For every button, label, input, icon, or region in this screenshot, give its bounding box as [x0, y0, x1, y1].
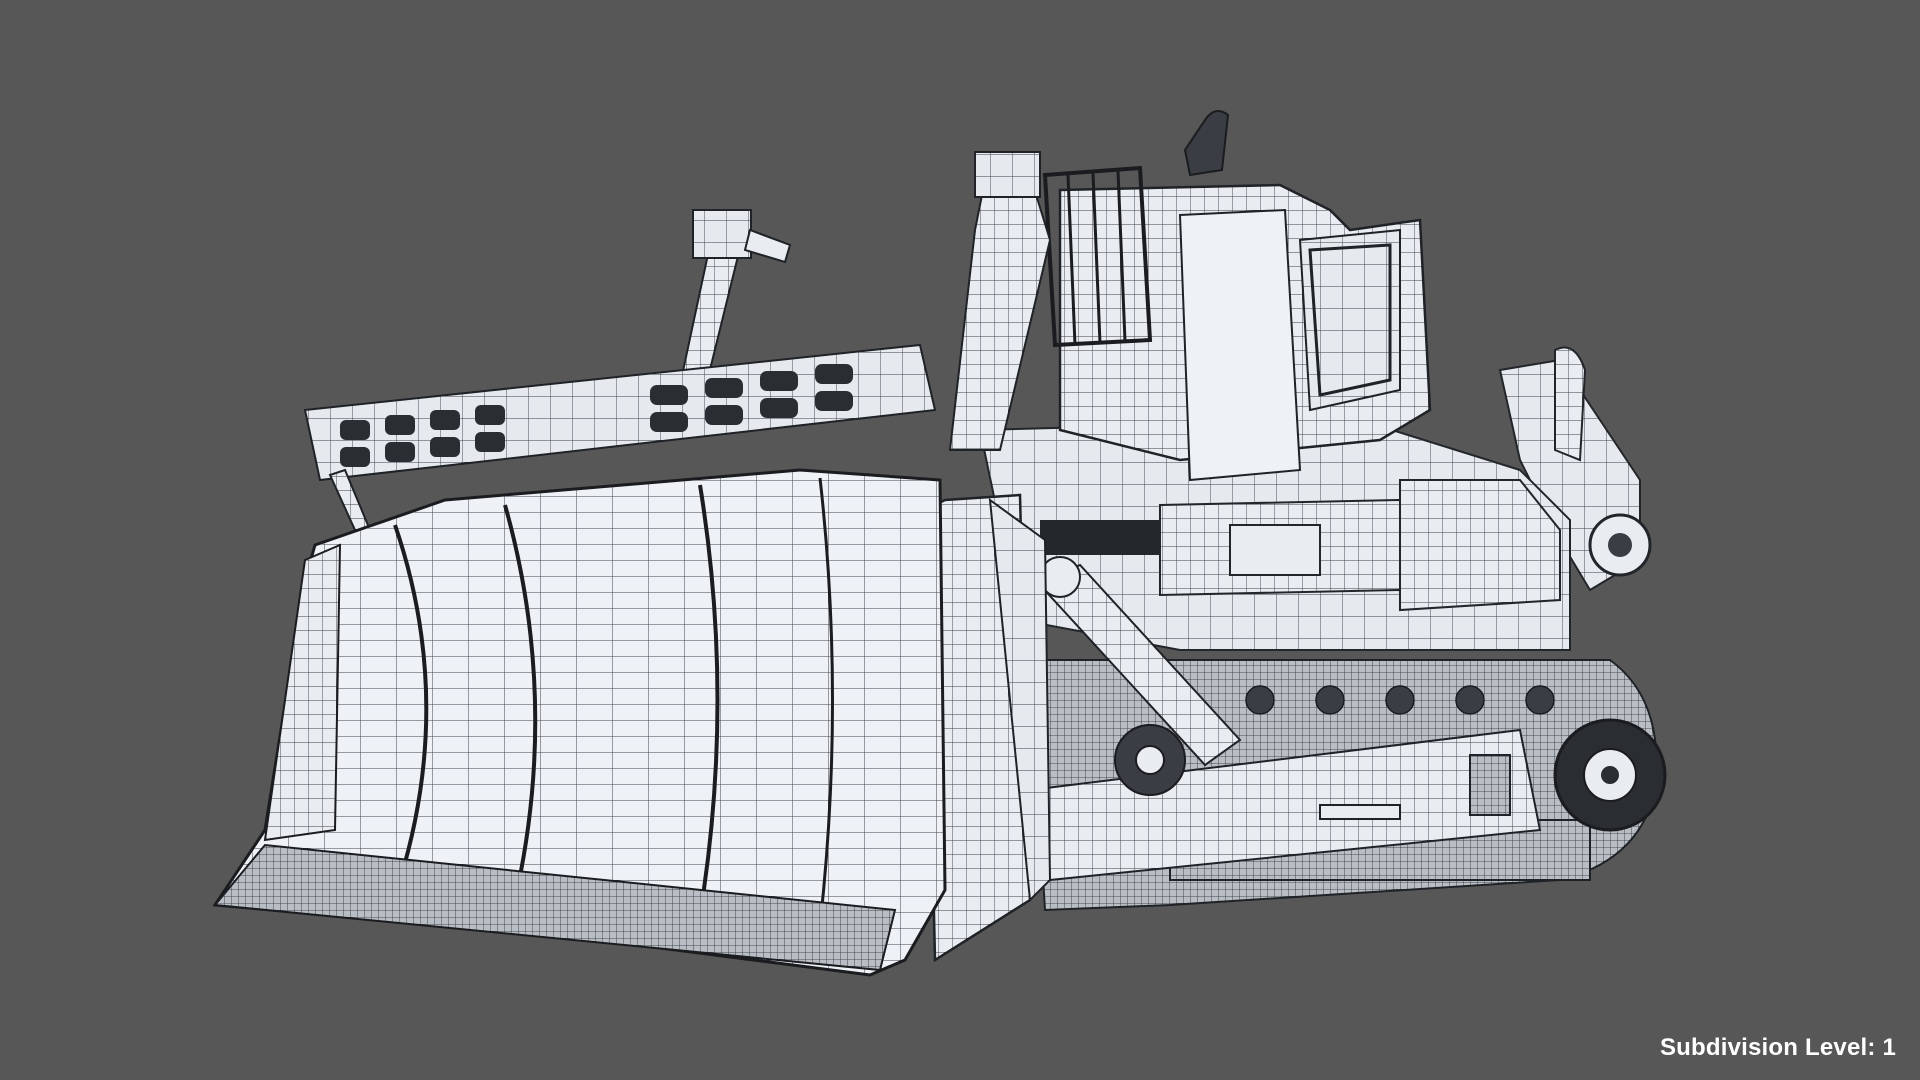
front-idler — [1114, 724, 1186, 796]
subdivision-level-overlay: Subdivision Level: 1 — [1659, 1034, 1896, 1061]
push-arm-column — [948, 151, 1052, 451]
3d-viewport[interactable]: Subdivision Level: 1 — [0, 0, 1920, 1080]
dozer-blade — [212, 468, 947, 977]
operator-cab — [1042, 110, 1432, 482]
bulldozer-wireframe-render — [212, 110, 1667, 977]
